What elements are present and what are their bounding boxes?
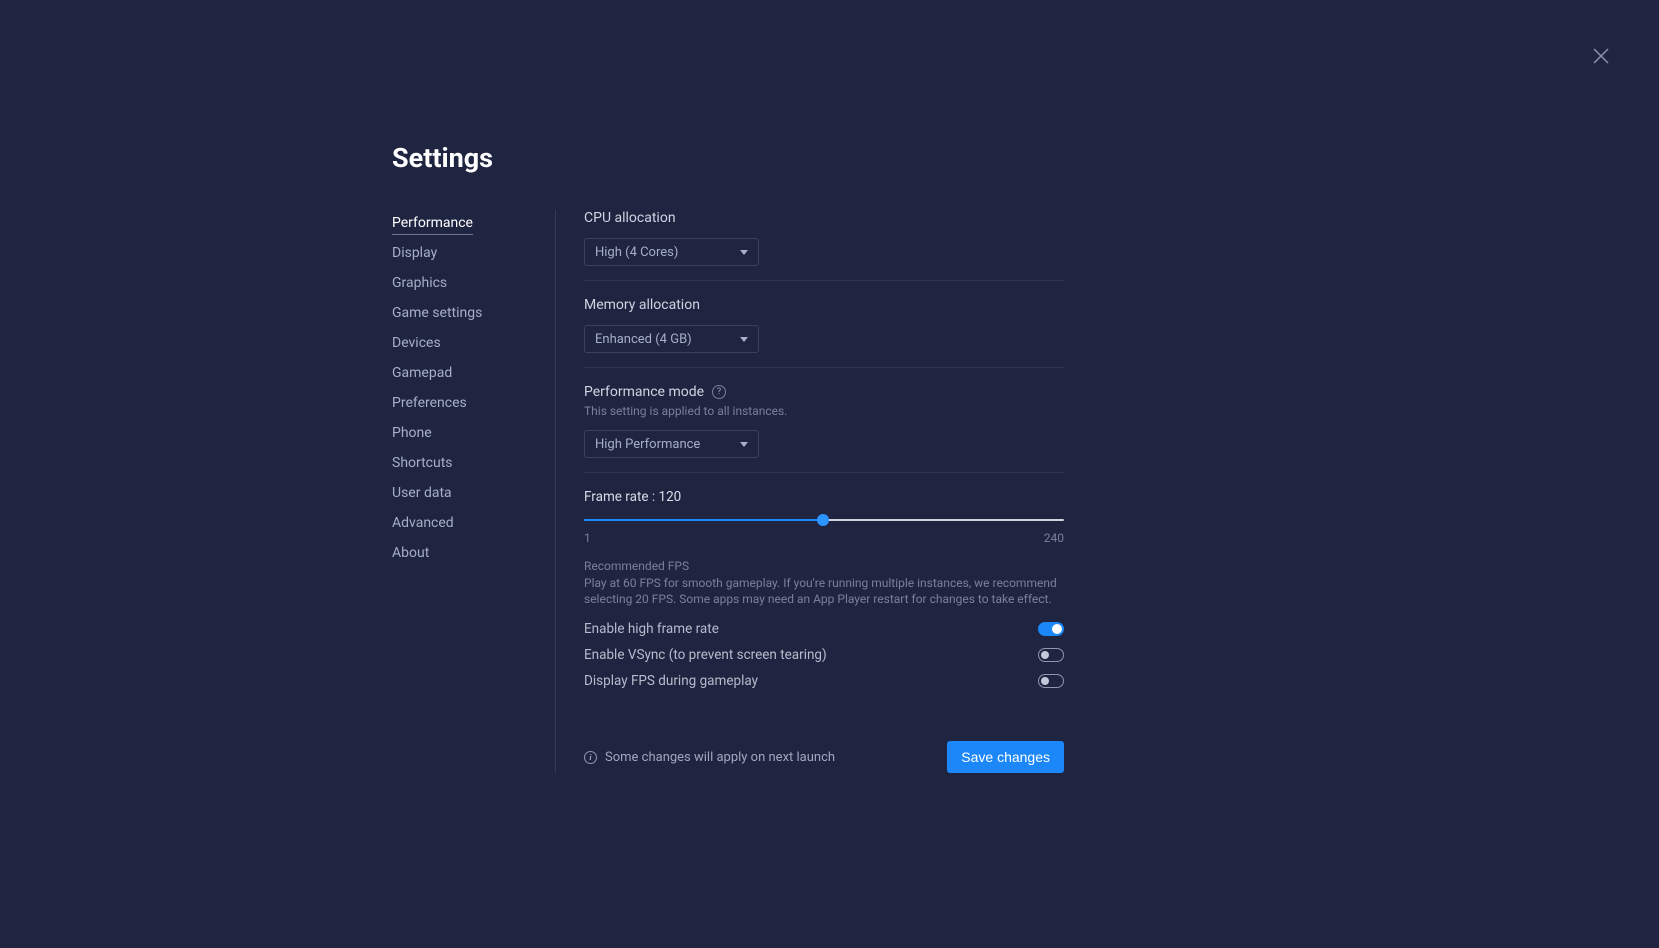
recommended-fps-title: Recommended FPS (584, 559, 1064, 573)
sidebar-item-gamepad[interactable]: Gamepad (392, 360, 545, 387)
chevron-down-icon (740, 250, 748, 255)
cpu-allocation-select[interactable]: High (4 Cores) (584, 238, 759, 266)
chevron-down-icon (740, 337, 748, 342)
sidebar-item-advanced[interactable]: Advanced (392, 510, 545, 537)
help-icon[interactable]: ? (712, 385, 726, 399)
sidebar-item-shortcuts[interactable]: Shortcuts (392, 450, 545, 477)
chevron-down-icon (740, 442, 748, 447)
cpu-allocation-label: CPU allocation (584, 210, 1064, 226)
performance-mode-select[interactable]: High Performance (584, 430, 759, 458)
frame-rate-slider[interactable] (584, 513, 1064, 527)
display-fps-toggle[interactable] (1038, 674, 1064, 688)
display-fps-label: Display FPS during gameplay (584, 673, 758, 689)
sidebar-item-performance[interactable]: Performance (392, 210, 545, 237)
enable-vsync-label: Enable VSync (to prevent screen tearing) (584, 647, 827, 663)
frame-rate-label: Frame rate : 120 (584, 489, 1064, 505)
cpu-allocation-value: High (4 Cores) (595, 245, 678, 260)
sidebar-item-game-settings[interactable]: Game settings (392, 300, 545, 327)
sidebar-item-preferences[interactable]: Preferences (392, 390, 545, 417)
page-title: Settings (392, 142, 1064, 174)
settings-sidebar: Performance Display Graphics Game settin… (392, 210, 556, 773)
save-changes-button[interactable]: Save changes (947, 741, 1064, 773)
enable-high-frame-rate-label: Enable high frame rate (584, 621, 719, 637)
memory-allocation-select[interactable]: Enhanced (4 GB) (584, 325, 759, 353)
footer-note-text: Some changes will apply on next launch (605, 750, 835, 765)
performance-mode-sublabel: This setting is applied to all instances… (584, 404, 1064, 418)
sidebar-item-display[interactable]: Display (392, 240, 545, 267)
performance-mode-label: Performance mode (584, 384, 704, 400)
slider-track-fill (584, 519, 823, 521)
memory-allocation-label: Memory allocation (584, 297, 1064, 313)
info-icon: i (584, 751, 597, 764)
memory-allocation-value: Enhanced (4 GB) (595, 332, 692, 347)
slider-thumb[interactable] (817, 514, 829, 526)
frame-rate-max: 240 (1044, 531, 1064, 545)
recommended-fps-body: Play at 60 FPS for smooth gameplay. If y… (584, 575, 1064, 607)
sidebar-item-devices[interactable]: Devices (392, 330, 545, 357)
sidebar-item-user-data[interactable]: User data (392, 480, 545, 507)
performance-mode-value: High Performance (595, 437, 700, 452)
sidebar-item-about[interactable]: About (392, 540, 545, 567)
sidebar-item-phone[interactable]: Phone (392, 420, 545, 447)
close-icon[interactable] (1593, 48, 1609, 64)
enable-high-frame-rate-toggle[interactable] (1038, 622, 1064, 636)
enable-vsync-toggle[interactable] (1038, 648, 1064, 662)
frame-rate-min: 1 (584, 531, 591, 545)
sidebar-item-graphics[interactable]: Graphics (392, 270, 545, 297)
